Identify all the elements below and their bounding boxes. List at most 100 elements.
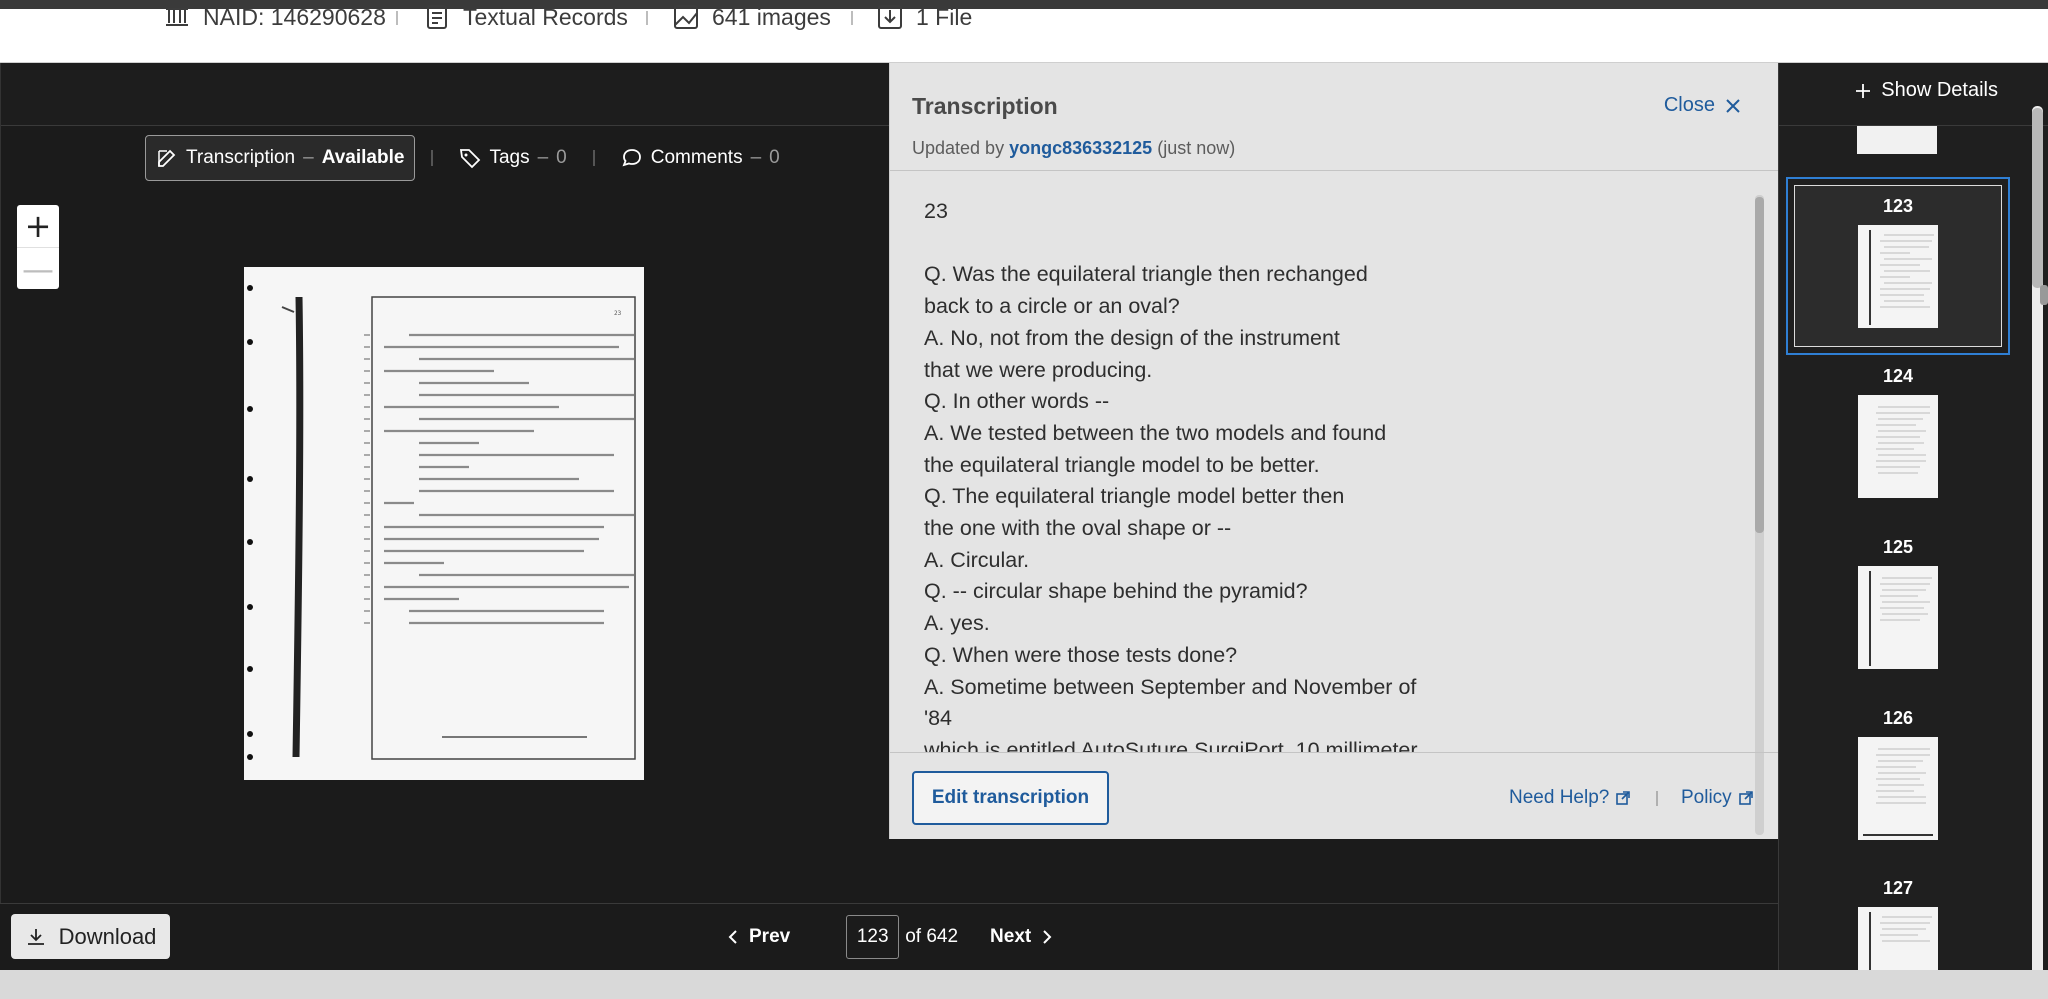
thumbnail-image xyxy=(1858,737,1938,840)
thumbnail-frame: 123 xyxy=(1794,185,2002,347)
record-meta-bar: NAID: 146290628 Textual Records 641 imag… xyxy=(0,4,2048,63)
transcription-scrollbar-thumb[interactable] xyxy=(1755,197,1764,533)
meta-separator xyxy=(851,11,853,25)
transcription-line: A. Sometime between September and Novemb… xyxy=(924,674,1417,699)
viewer-tabs: Transcription – Available Tags – 0 Comme… xyxy=(145,135,790,181)
transcription-header: Transcription Updated by yongc836332125 … xyxy=(890,63,1779,171)
transcription-line: back to a circle or an oval? xyxy=(924,294,1180,319)
transcription-line: Q. The equilateral triangle model better… xyxy=(924,484,1345,509)
transcription-title: Transcription xyxy=(912,93,1058,119)
chevron-left-icon xyxy=(728,930,737,944)
show-details-label: Show Details xyxy=(1881,79,1998,101)
transcription-line: Q. Was the equilateral triangle then rec… xyxy=(924,262,1368,287)
transcription-footer: Edit transcription Need Help? Policy xyxy=(890,752,1779,839)
transcription-panel: Transcription Updated by yongc836332125 … xyxy=(889,63,1779,839)
tab-separator-dash: – xyxy=(303,147,314,168)
image-icon xyxy=(674,5,698,29)
transcription-line: Q. -- circular shape behind the pyramid? xyxy=(924,579,1308,604)
download-icon xyxy=(27,928,44,945)
thumbnail-image xyxy=(1858,566,1938,669)
comment-icon xyxy=(622,149,641,167)
tags-count: 0 xyxy=(556,147,567,168)
archive-icon xyxy=(166,8,188,26)
policy-link[interactable]: Policy xyxy=(1681,787,1754,809)
tab-tags[interactable]: Tags – 0 xyxy=(449,135,576,181)
tag-icon xyxy=(460,149,481,169)
tab-tags-label: Tags xyxy=(489,147,530,168)
naid-meta: NAID: 146290628 xyxy=(163,3,386,31)
transcription-line: A. No, not from the design of the instru… xyxy=(924,325,1340,350)
files-count-text: 1 File xyxy=(916,3,973,30)
document-page-image[interactable]: 23 xyxy=(244,267,644,780)
page-pager: Prev of 642 Next xyxy=(727,915,1053,959)
transcription-line: the equilateral triangle model to be bet… xyxy=(924,452,1320,477)
scanned-page-graphic: 23 xyxy=(244,267,644,780)
naid-text: NAID: 146290628 xyxy=(203,3,386,30)
thumbnail-number: 123 xyxy=(1882,196,1914,216)
transcription-body[interactable]: 23 Q. Was the equilateral triangle then … xyxy=(890,172,1779,752)
page-total: of 642 xyxy=(905,926,959,947)
thumbnail-item[interactable]: 126 xyxy=(1786,708,2010,840)
tab-divider xyxy=(431,150,434,166)
external-link-icon xyxy=(1616,791,1631,805)
meta-separator xyxy=(646,11,648,25)
zoom-in-button[interactable]: + xyxy=(17,205,59,247)
thumbnail-partial-previous[interactable] xyxy=(1857,126,1937,154)
next-label: Next xyxy=(990,926,1032,947)
transcription-line: that we were producing. xyxy=(924,357,1153,382)
download-label: Download xyxy=(58,923,157,949)
need-help-link[interactable]: Need Help? xyxy=(1509,787,1631,809)
updated-prefix: Updated by xyxy=(912,138,1005,158)
transcription-updated-info: Updated by yongc836332125 (just now) xyxy=(912,138,1235,159)
need-help-label: Need Help? xyxy=(1509,787,1610,808)
svg-text:23: 23 xyxy=(614,310,622,317)
download-button[interactable]: Download xyxy=(11,914,170,959)
document-icon xyxy=(427,5,447,29)
thumbnail-number: 124 xyxy=(1882,366,1914,386)
transcription-line: A. Circular. xyxy=(924,547,1030,572)
transcription-line: Q. When were those tests done? xyxy=(924,642,1238,667)
prev-page-button[interactable]: Prev xyxy=(727,926,790,948)
sidebar-scrollbar-thumb[interactable] xyxy=(2032,108,2043,288)
tab-separator-dash: – xyxy=(537,147,549,168)
transcription-text: 23 Q. Was the equilateral triangle then … xyxy=(924,196,1754,752)
meta-separator xyxy=(396,11,398,25)
tab-comments[interactable]: Comments – 0 xyxy=(611,135,790,181)
updated-user-link[interactable]: yongc836332125 xyxy=(1009,138,1152,158)
tab-separator-dash: – xyxy=(750,147,762,168)
thumbnail-image xyxy=(1858,225,1938,328)
edit-transcription-button[interactable]: Edit transcription xyxy=(912,771,1109,825)
zoom-out-button[interactable]: — xyxy=(17,247,59,289)
transcription-line: Q. In other words -- xyxy=(924,389,1110,414)
page-number-input[interactable] xyxy=(846,915,900,959)
viewer-bottom-bar: Download Prev of 642 Next xyxy=(0,903,1778,970)
transcription-status: Available xyxy=(321,147,405,168)
next-page-button[interactable]: Next xyxy=(990,926,1053,948)
transcription-line: which is entitled AutoSuture SurgiPort, … xyxy=(924,737,1418,752)
transcription-line: A. yes. xyxy=(924,611,990,636)
images-meta: 641 images xyxy=(672,3,831,31)
zoom-control: + — xyxy=(17,205,59,289)
browser-bottom-strip xyxy=(0,970,2048,999)
transcription-line: 23 xyxy=(924,199,948,223)
updated-suffix: (just now) xyxy=(1157,138,1236,158)
thumbnail-number: 126 xyxy=(1882,708,1914,728)
thumbnail-item[interactable]: 124 xyxy=(1786,366,2010,498)
thumbnail-item[interactable]: 127 xyxy=(1786,878,2010,970)
thumbnail-number: 125 xyxy=(1882,537,1914,557)
download-file-icon xyxy=(878,5,902,29)
tab-transcription[interactable]: Transcription – Available xyxy=(145,135,416,181)
external-link-icon xyxy=(1738,791,1753,805)
thumbnail-item[interactable]: 125 xyxy=(1786,537,2010,669)
page-scrollbar-thumb[interactable] xyxy=(2040,285,2048,305)
transcription-line: A. We tested between the two models and … xyxy=(924,420,1387,445)
edit-icon xyxy=(158,149,176,167)
thumbnail-item[interactable]: 123 xyxy=(1786,177,2010,355)
footer-link-separator xyxy=(1656,791,1658,806)
files-meta: 1 File xyxy=(876,3,972,31)
thumbnail-image xyxy=(1858,395,1938,498)
close-transcription-button[interactable]: Close xyxy=(1664,94,1741,117)
show-details-button[interactable]: Show Details xyxy=(1855,79,1998,102)
prev-label: Prev xyxy=(749,926,791,947)
close-label: Close xyxy=(1663,94,1715,116)
